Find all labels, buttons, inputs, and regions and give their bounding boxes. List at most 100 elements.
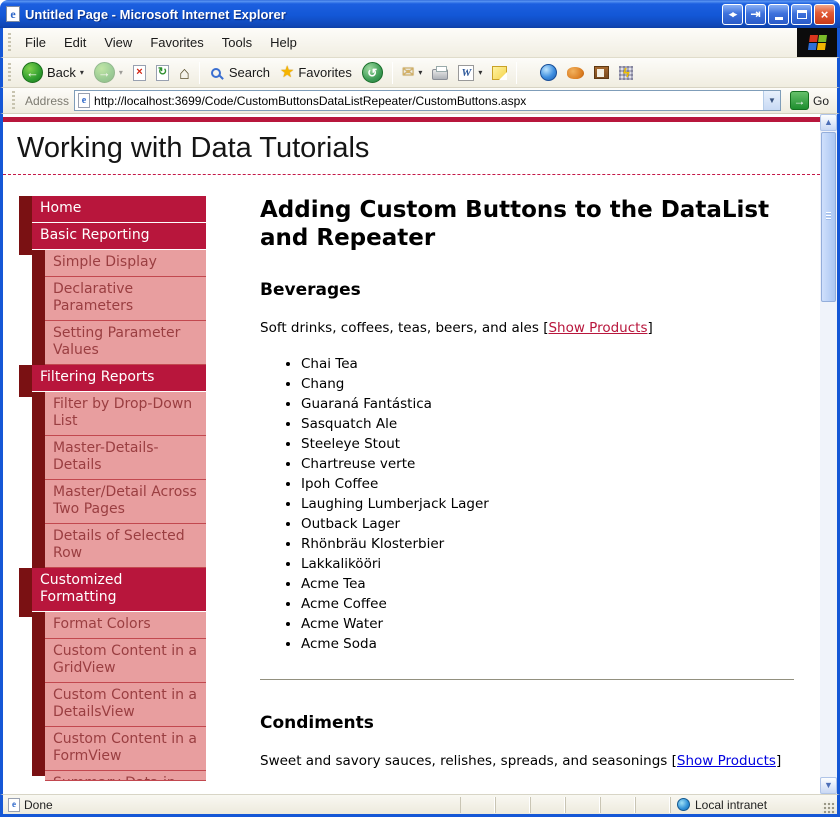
menu-favorites[interactable]: Favorites — [141, 32, 212, 53]
sidebar-item-label: Custom Content in a FormView — [53, 731, 197, 764]
scroll-up-button[interactable]: ▲ — [820, 114, 837, 131]
search-label: Search — [229, 65, 270, 80]
close-button[interactable]: × — [814, 4, 835, 25]
product-item: Ipoh Coffee — [301, 476, 794, 493]
back-dropdown-icon[interactable]: ▾ — [80, 68, 84, 77]
sidebar-item-label: Filtering Reports — [40, 369, 154, 385]
sidebar-item-filter-by-drop-down-list[interactable]: Filter by Drop-Down List — [45, 392, 206, 436]
address-input-box[interactable]: e ▼ — [74, 90, 781, 111]
toolbar-drag-handle[interactable] — [8, 33, 11, 53]
browser-window: e Untitled Page - Microsoft Internet Exp… — [0, 0, 840, 817]
stop-button[interactable]: × — [129, 63, 150, 83]
media-button[interactable] — [563, 65, 588, 81]
favorites-button[interactable]: ★ Favorites — [276, 63, 356, 83]
address-dropdown-button[interactable]: ▼ — [763, 91, 780, 110]
messenger-icon — [540, 64, 557, 81]
show-products-link-condiments[interactable]: Show Products — [677, 753, 776, 769]
mail-icon: ✉ — [402, 65, 415, 80]
messenger-button[interactable] — [536, 62, 561, 83]
sidebar-item-summary-data-in-footer[interactable]: Summary Data in Footer — [45, 771, 206, 781]
minimize-icon — [775, 17, 783, 20]
status-pane — [460, 797, 495, 813]
sidebar-item-simple-display[interactable]: Simple Display — [45, 250, 206, 277]
sidebar-item-details-of-selected-row[interactable]: Details of Selected Row — [45, 524, 206, 568]
extension-icon: ϟ — [619, 66, 633, 80]
sidebar-item-label: Simple Display — [53, 254, 157, 270]
address-input[interactable] — [94, 94, 759, 108]
history-icon: ↺ — [362, 62, 383, 83]
product-item: Laughing Lumberjack Lager — [301, 496, 794, 513]
show-products-link-beverages[interactable]: Show Products — [548, 320, 647, 336]
scrollbar-thumb[interactable] — [821, 132, 836, 302]
search-button[interactable]: Search — [205, 63, 274, 82]
refresh-icon: ↻ — [156, 65, 169, 81]
maximize-button[interactable] — [791, 4, 812, 25]
back-icon: ← — [22, 62, 43, 83]
discuss-note-icon — [492, 66, 507, 80]
go-label: Go — [813, 94, 829, 108]
status-bar: e Done Local intranet — [0, 794, 840, 814]
sidebar-item-home[interactable]: Home — [32, 196, 206, 222]
sidebar-item-format-colors[interactable]: Format Colors — [45, 612, 206, 639]
sidebar-item-filtering-reports[interactable]: Filtering Reports — [32, 365, 206, 391]
sidebar-item-master-detail-across-two-pages[interactable]: Master/Detail Across Two Pages — [45, 480, 206, 524]
stop-icon: × — [133, 65, 146, 81]
home-button[interactable]: ⌂ — [175, 62, 194, 84]
toolbar-separator — [392, 62, 393, 84]
window-resize-button[interactable]: ◂▸ — [722, 4, 743, 25]
security-zone-pane: Local intranet — [670, 797, 820, 813]
menu-help[interactable]: Help — [261, 32, 306, 53]
forward-button[interactable]: → ▾ — [90, 60, 127, 85]
status-pane — [600, 797, 635, 813]
menu-file[interactable]: File — [16, 32, 55, 53]
menu-tools[interactable]: Tools — [213, 32, 261, 53]
sidebar-item-setting-parameter-values[interactable]: Setting Parameter Values — [45, 321, 206, 365]
menu-edit[interactable]: Edit — [55, 32, 95, 53]
edit-with-word-button[interactable]: W ▾ — [454, 63, 486, 83]
windows-flag-icon — [807, 35, 826, 50]
mail-button[interactable]: ✉ ▾ — [398, 63, 427, 82]
sidebar-item-declarative-parameters[interactable]: Declarative Parameters — [45, 277, 206, 321]
menu-view[interactable]: View — [95, 32, 141, 53]
status-pane — [495, 797, 530, 813]
go-button[interactable]: → Go — [786, 91, 833, 110]
ie-page-icon: e — [6, 6, 20, 22]
sidebar-item-custom-content-in-a-formview[interactable]: Custom Content in a FormView — [45, 727, 206, 771]
site-title: Working with Data Tutorials — [17, 132, 820, 165]
sidebar-item-label: Setting Parameter Values — [53, 325, 180, 358]
mail-dropdown-icon[interactable]: ▾ — [418, 68, 422, 77]
extension-button[interactable]: ϟ — [615, 64, 637, 82]
sidebar-item-master-details-details[interactable]: Master-Details-Details — [45, 436, 206, 480]
toolbar-drag-handle[interactable] — [12, 91, 15, 111]
section-heading-condiments: Condiments — [260, 713, 794, 733]
research-button[interactable] — [590, 64, 613, 81]
scrollbar-track[interactable] — [820, 131, 837, 777]
bracket: ] — [776, 753, 781, 769]
back-button[interactable]: ← Back ▾ — [18, 60, 88, 85]
sidebar-item-custom-content-in-a-gridview[interactable]: Custom Content in a GridView — [45, 639, 206, 683]
sidebar-item-custom-content-in-a-detailsview[interactable]: Custom Content in a DetailsView — [45, 683, 206, 727]
discuss-button[interactable] — [488, 64, 511, 82]
sidebar-item-label: Details of Selected Row — [53, 528, 185, 561]
print-icon — [432, 69, 448, 80]
vertical-scrollbar[interactable]: ▲ ▼ — [820, 114, 837, 794]
sidebar-item-label: Custom Content in a GridView — [53, 643, 197, 676]
browser-viewport: Working with Data Tutorials HomeBasic Re… — [0, 114, 840, 794]
minimize-button[interactable] — [768, 4, 789, 25]
scroll-down-button[interactable]: ▼ — [820, 777, 837, 794]
title-bar[interactable]: e Untitled Page - Microsoft Internet Exp… — [0, 0, 840, 28]
edit-dropdown-icon[interactable]: ▾ — [478, 68, 482, 77]
word-icon: W — [458, 65, 474, 81]
status-text: Done — [24, 798, 53, 812]
window-popout-button[interactable]: ⇥ — [745, 4, 766, 25]
refresh-button[interactable]: ↻ — [152, 63, 173, 83]
sidebar-item-basic-reporting[interactable]: Basic Reporting — [32, 223, 206, 249]
description-text: Sweet and savory sauces, relishes, sprea… — [260, 753, 672, 769]
description-text: Soft drinks, coffees, teas, beers, and a… — [260, 320, 543, 336]
print-button[interactable] — [428, 63, 452, 82]
resize-grip[interactable] — [822, 801, 835, 814]
local-intranet-icon — [677, 798, 690, 811]
history-button[interactable]: ↺ — [358, 60, 387, 85]
sidebar-item-customized-formatting[interactable]: Customized Formatting — [32, 568, 206, 611]
toolbar-drag-handle[interactable] — [8, 63, 11, 83]
